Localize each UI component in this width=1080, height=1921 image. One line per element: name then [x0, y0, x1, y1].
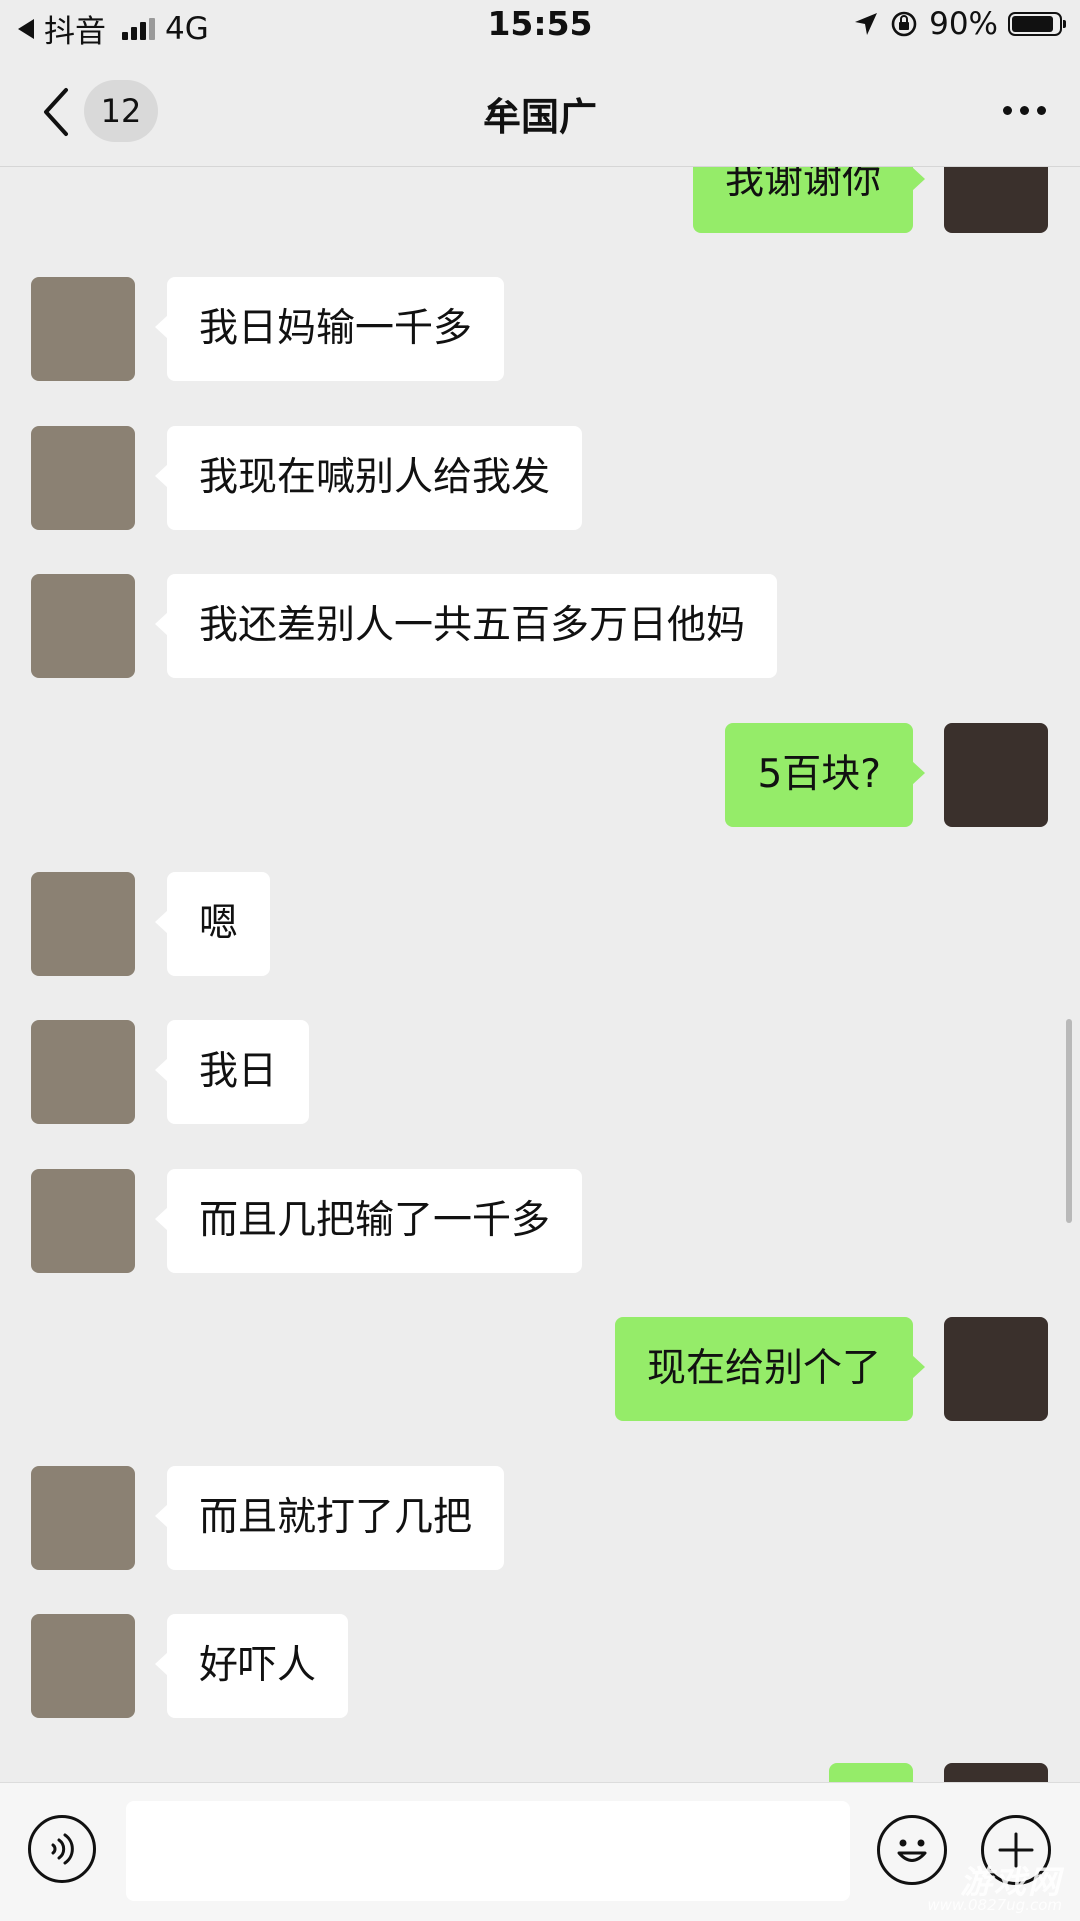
message-row: 而且几把输了一千多 [0, 1169, 1080, 1273]
avatar-contact[interactable] [31, 1466, 135, 1570]
battery-percent: 90% [929, 6, 998, 42]
chat-scrollbar[interactable] [1066, 1019, 1072, 1223]
message-bubble-sent[interactable]: 现在给别个了 [614, 1317, 926, 1421]
battery-icon [1008, 12, 1066, 36]
message-row: 嗯 [0, 872, 1080, 976]
message-bubble-received[interactable]: 而且几把输了一千多 [154, 1169, 583, 1273]
message-row [0, 1763, 1080, 1782]
status-bar: 抖音 4G 15:55 90% [0, 0, 1080, 58]
message-input[interactable] [126, 1801, 850, 1901]
watermark: 游戏网 www.0827ug.com [927, 1866, 1062, 1913]
status-right: 90% [853, 6, 1066, 42]
message-bubble-sent[interactable] [829, 1763, 913, 1782]
voice-icon [51, 1833, 74, 1865]
voice-button[interactable] [28, 1815, 96, 1883]
message-row: 现在给别个了 [0, 1317, 1080, 1421]
message-bubble-received[interactable]: 我日妈输一千多 [154, 277, 505, 381]
avatar-contact[interactable] [31, 872, 135, 976]
watermark-url: www.0827ug.com [927, 1896, 1062, 1914]
avatar-self[interactable] [944, 167, 1048, 233]
message-bubble-received[interactable]: 我现在喊别人给我发 [154, 426, 583, 530]
avatar-contact[interactable] [31, 1169, 135, 1273]
message-row: 我现在喊别人给我发 [0, 426, 1080, 530]
message-bubble-received[interactable]: 我日 [154, 1020, 310, 1124]
rotation-lock-icon [891, 11, 917, 37]
chat-message-list[interactable]: 我谢谢你 我日妈输一千多 我现在喊别人给我发 我还差别人一共五百多万日他妈 5百… [0, 167, 1080, 1782]
avatar-self[interactable] [944, 1317, 1048, 1421]
page-title: 牟国广 [482, 95, 597, 139]
message-bubble-sent[interactable]: 我谢谢你 [692, 167, 926, 233]
watermark-main: 游戏网 [959, 1863, 1062, 1901]
message-bubble-sent[interactable]: 5百块? [725, 723, 925, 827]
message-row: 我还差别人一共五百多万日他妈 [0, 574, 1080, 678]
message-bubble-received[interactable]: 而且就打了几把 [154, 1466, 505, 1570]
message-bubble-received[interactable]: 嗯 [154, 872, 271, 976]
message-bubble-received[interactable]: 我还差别人一共五百多万日他妈 [154, 574, 778, 678]
message-row: 我谢谢你 [0, 167, 1080, 233]
more-icon[interactable] [1003, 106, 1046, 115]
message-row: 我日 [0, 1020, 1080, 1124]
avatar-self[interactable] [944, 723, 1048, 827]
message-row: 好吓人 [0, 1614, 1080, 1718]
message-row: 我日妈输一千多 [0, 277, 1080, 381]
avatar-contact[interactable] [31, 574, 135, 678]
avatar-contact[interactable] [31, 426, 135, 530]
avatar-contact[interactable] [31, 1020, 135, 1124]
message-row: 5百块? [0, 723, 1080, 827]
location-arrow-icon [855, 13, 878, 35]
input-bar: 游戏网 www.0827ug.com [0, 1782, 1080, 1921]
message-bubble-received[interactable]: 好吓人 [154, 1614, 349, 1718]
avatar-contact[interactable] [31, 1614, 135, 1718]
avatar-self[interactable] [944, 1763, 1048, 1782]
avatar-contact[interactable] [31, 277, 135, 381]
message-row: 而且就打了几把 [0, 1466, 1080, 1570]
chat-header: 12 牟国广 [0, 58, 1080, 167]
